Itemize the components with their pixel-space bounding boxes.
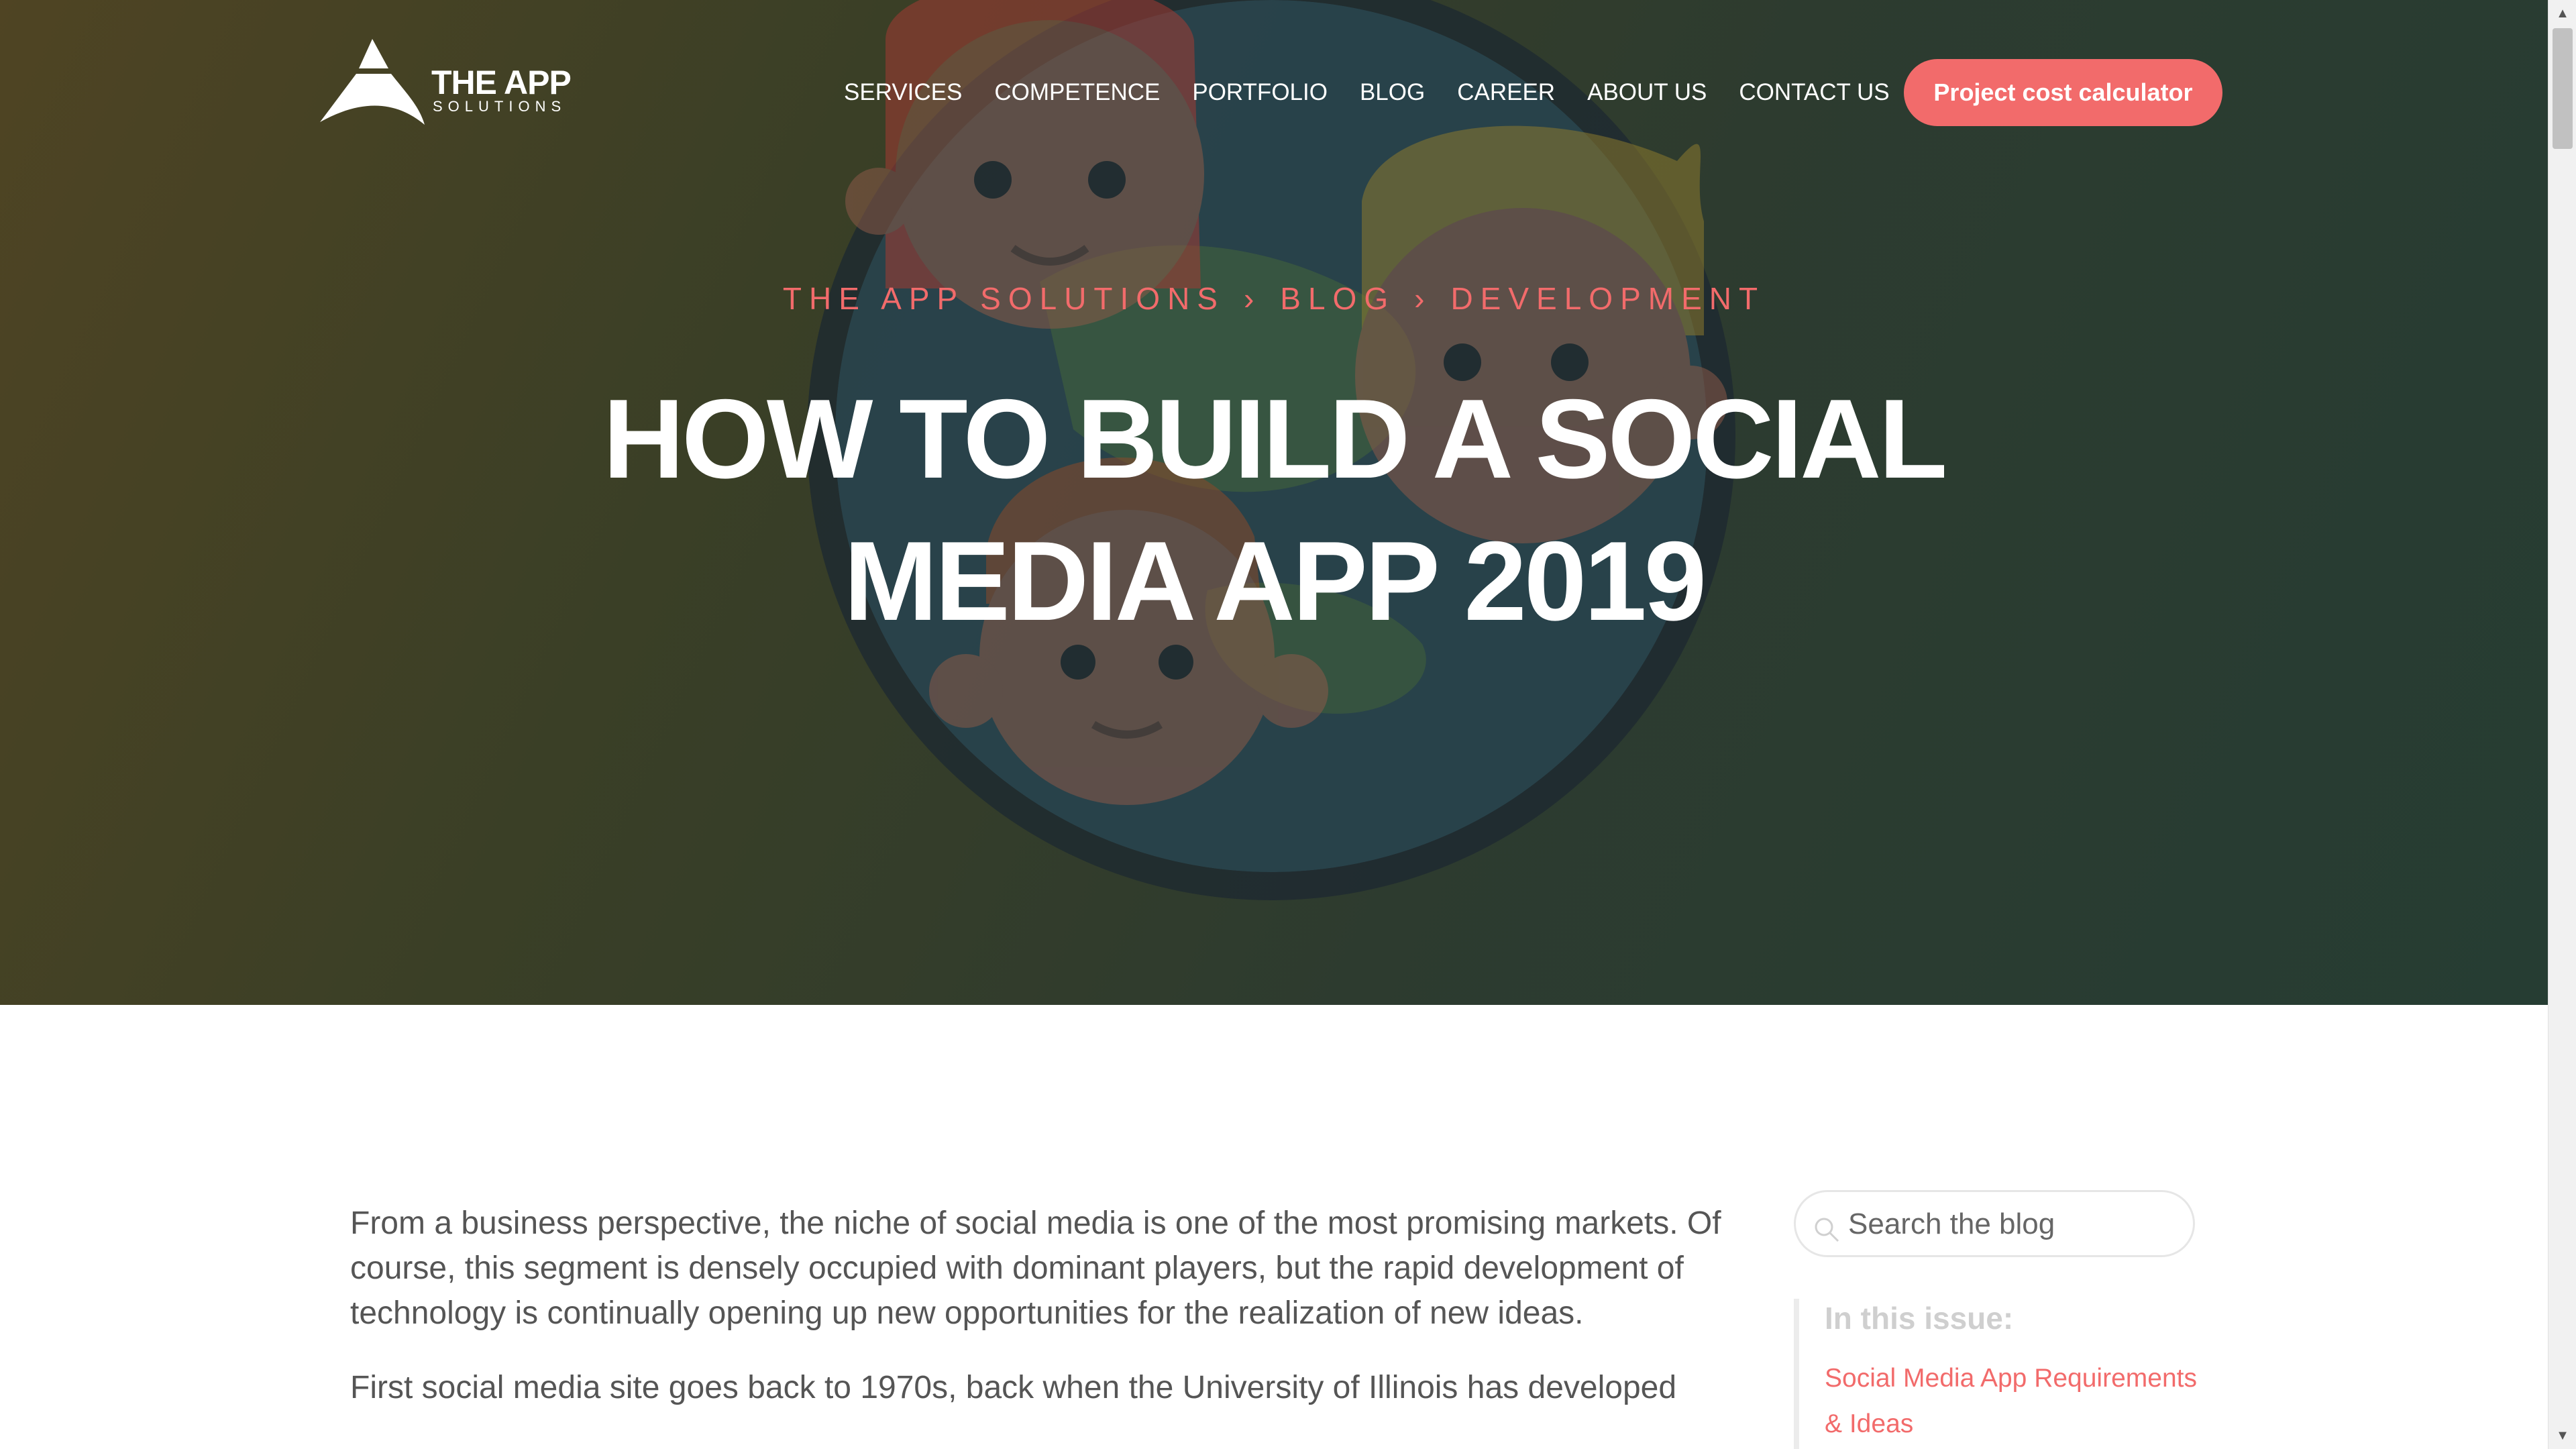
site-logo[interactable]: THE APP SOLUTIONS	[319, 39, 572, 126]
nav-item-services[interactable]: SERVICES	[844, 79, 962, 106]
main-nav: SERVICES COMPETENCE PORTFOLIO BLOG CAREE…	[844, 79, 1890, 106]
page-title-line-1: HOW TO BUILD A SOCIAL	[602, 376, 1947, 502]
search-input[interactable]	[1848, 1203, 2170, 1246]
nav-item-competence[interactable]: COMPETENCE	[994, 79, 1160, 106]
page-scrollbar[interactable]: ▲ ▼	[2548, 0, 2576, 1449]
project-cost-calculator-button[interactable]: Project cost calculator	[1904, 59, 2222, 126]
nav-item-blog[interactable]: BLOG	[1360, 79, 1425, 106]
article-body: From a business perspective, the niche o…	[350, 1201, 1746, 1440]
breadcrumb-development[interactable]: DEVELOPMENT	[1450, 280, 1765, 317]
logo-mark-icon	[320, 39, 425, 125]
nav-item-about-us[interactable]: ABOUT US	[1587, 79, 1707, 106]
logo-title: THE APP	[431, 64, 572, 101]
scroll-down-arrow-icon[interactable]: ▼	[2548, 1422, 2576, 1449]
scrollbar-thumb[interactable]	[2553, 28, 2573, 149]
search-icon	[1815, 1218, 1839, 1242]
article-paragraph: From a business perspective, the niche o…	[350, 1205, 1721, 1331]
logo-tagline: SOLUTIONS	[433, 98, 567, 115]
breadcrumb-home[interactable]: THE APP SOLUTIONS	[783, 280, 1225, 317]
breadcrumb-separator: ›	[1414, 281, 1432, 316]
page-title-line-2: MEDIA APP 2019	[843, 518, 1707, 644]
table-of-contents: In this issue: Social Media App Requirem…	[1794, 1299, 2210, 1449]
blog-search[interactable]	[1794, 1190, 2195, 1257]
nav-item-career[interactable]: CAREER	[1457, 79, 1555, 106]
nav-item-portfolio[interactable]: PORTFOLIO	[1192, 79, 1328, 106]
scroll-up-arrow-icon[interactable]: ▲	[2548, 0, 2576, 27]
breadcrumb-separator: ›	[1243, 281, 1262, 316]
toc-link[interactable]: Social Media App Requirements & Ideas	[1825, 1356, 2210, 1447]
breadcrumb: THE APP SOLUTIONS › BLOG › DEVELOPMENT	[0, 280, 2548, 317]
toc-heading: In this issue:	[1825, 1301, 2014, 1336]
breadcrumb-blog[interactable]: BLOG	[1280, 280, 1395, 317]
page-title: HOW TO BUILD A SOCIAL MEDIA APP 2019	[0, 368, 2548, 652]
nav-item-contact-us[interactable]: CONTACT US	[1739, 79, 1889, 106]
article-paragraph: First social media site goes back to 197…	[350, 1370, 1677, 1405]
hero-banner: THE APP SOLUTIONS SERVICES COMPETENCE PO…	[0, 0, 2548, 1005]
